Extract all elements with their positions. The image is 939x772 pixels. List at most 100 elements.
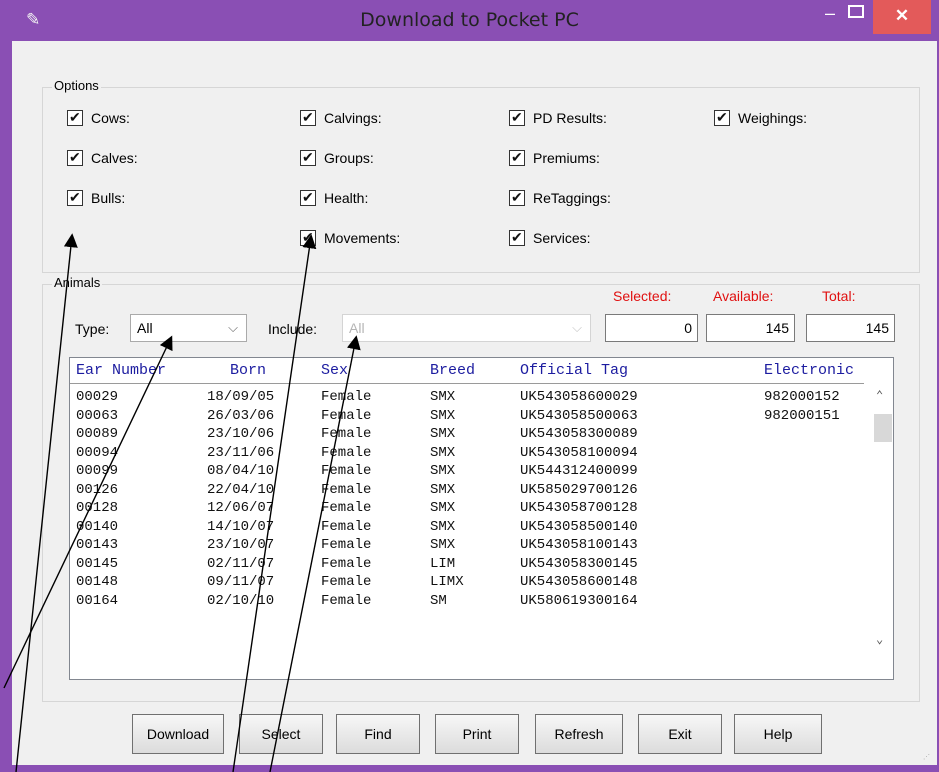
table-row[interactable]: 00094 23/11/06 Female SMX UK543058100094 [70, 444, 844, 463]
table-cell: UK543058600029 [520, 389, 638, 405]
type-label: Type: [75, 321, 110, 337]
checkbox-cows[interactable]: Cows: [67, 108, 130, 128]
include-dropdown[interactable]: All ⌵ [342, 314, 591, 342]
checkbox-label: Calves: [91, 150, 138, 166]
table-cell: 02/10/10 [207, 592, 275, 609]
table-cell: Female [321, 555, 372, 572]
table-cell: 12/06/07 [207, 500, 275, 516]
select-button[interactable]: Select [239, 714, 323, 754]
checkbox-label: Calvings: [324, 110, 382, 126]
animals-table[interactable]: Ear Number Born Sex Breed Official Tag Electr… [69, 357, 894, 680]
checkbox-retaggings[interactable]: ReTaggings: [509, 188, 611, 208]
checkmark-icon[interactable] [300, 189, 316, 206]
refresh-button[interactable]: Refresh [535, 714, 623, 754]
column-header[interactable]: Official Tag [520, 362, 628, 379]
checkbox-label: Groups: [324, 150, 374, 166]
maximize-button[interactable] [848, 5, 864, 18]
table-cell: SMX [430, 518, 456, 535]
checkbox-label: PD Results: [533, 110, 607, 126]
checkmark-icon[interactable] [509, 189, 525, 206]
table-cell: SMX [430, 444, 456, 461]
checkmark-icon[interactable] [67, 149, 83, 166]
checkbox-pdresults[interactable]: PD Results: [509, 108, 607, 128]
column-header[interactable]: Breed [430, 362, 475, 379]
table-header: Ear Number Born Sex Breed Official Tag Electr… [70, 358, 864, 384]
table-cell: 23/11/06 [207, 444, 275, 461]
checkbox-weighings[interactable]: Weighings: [714, 108, 807, 128]
vertical-scrollbar[interactable]: ⌃ ⌄ [873, 384, 893, 653]
checkmark-icon[interactable] [509, 109, 525, 126]
table-row[interactable]: 00128 12/06/07 Female SMX UK543058700128 [70, 499, 844, 518]
column-header[interactable]: Born [230, 362, 266, 379]
table-row[interactable]: 00143 23/10/07 Female SMX UK543058100143 [70, 536, 844, 555]
help-button[interactable]: Help [734, 714, 822, 754]
table-cell: SM [430, 592, 447, 609]
minimize-button[interactable]: – [816, 0, 844, 32]
chevron-up-icon[interactable]: ⌃ [876, 388, 883, 403]
selected-count: 0 [605, 314, 698, 342]
checkmark-icon[interactable] [300, 109, 316, 126]
total-label: Total: [822, 288, 856, 304]
table-cell: UK543058500140 [520, 518, 638, 535]
exit-button[interactable]: Exit [638, 714, 722, 754]
table-row[interactable]: 00029 18/09/05 Female SMX UK543058600029 9820… [70, 388, 844, 407]
checkmark-icon[interactable] [300, 149, 316, 166]
checkbox-services[interactable]: Services: [509, 228, 591, 248]
close-button[interactable]: ✕ [873, 0, 931, 34]
checkbox-calvings[interactable]: Calvings: [300, 108, 382, 128]
checkmark-icon[interactable] [300, 229, 316, 246]
table-row[interactable]: 00164 02/10/10 Female SM UK580619300164 [70, 592, 844, 611]
table-cell: Female [321, 481, 372, 498]
title-bar[interactable]: ✎ Download to Pocket PC – ✕ [0, 0, 939, 40]
checkbox-label: Services: [533, 230, 591, 246]
column-header[interactable]: Ear Number [76, 362, 166, 379]
column-header[interactable]: Electronic [764, 362, 854, 379]
checkbox-movements[interactable]: Movements: [300, 228, 400, 248]
table-cell: 00063 [76, 407, 119, 424]
checkmark-icon[interactable] [509, 229, 525, 246]
checkbox-health[interactable]: Health: [300, 188, 368, 208]
column-header[interactable]: Sex [321, 362, 348, 379]
options-group-label: Options [52, 78, 101, 93]
type-dropdown-value: All [137, 320, 153, 336]
table-cell: 982000151 [764, 407, 840, 424]
table-cell: LIMX [430, 574, 464, 590]
table-row[interactable]: 00140 14/10/07 Female SMX UK543058500140 [70, 518, 844, 537]
table-row[interactable]: 00126 22/04/10 Female SMX UK585029700126 [70, 481, 844, 500]
table-cell: Female [321, 574, 372, 590]
checkmark-icon[interactable] [67, 109, 83, 126]
table-row[interactable]: 00063 26/03/06 Female SMX UK543058500063 9820… [70, 407, 844, 426]
table-cell: 00094 [76, 444, 119, 461]
table-cell: 982000152 [764, 389, 840, 405]
checkmark-icon[interactable] [509, 149, 525, 166]
table-cell: 14/10/07 [207, 518, 275, 535]
table-row[interactable]: 00089 23/10/06 Female SMX UK543058300089 [70, 425, 844, 444]
table-row[interactable]: 00145 02/11/07 Female LIM UK543058300145 [70, 555, 844, 574]
download-button[interactable]: Download [132, 714, 224, 754]
find-button[interactable]: Find [336, 714, 420, 754]
chevron-down-icon[interactable]: ⌄ [876, 632, 883, 647]
table-cell: UK543058700128 [520, 500, 638, 516]
table-row[interactable]: 00099 08/04/10 Female SMX UK544312400099 [70, 462, 844, 481]
table-cell: UK543058600148 [520, 574, 638, 590]
table-cell: UK543058300089 [520, 426, 638, 442]
checkbox-calves[interactable]: Calves: [67, 148, 138, 168]
table-cell: UK544312400099 [520, 463, 638, 479]
table-row[interactable]: 00148 09/11/07 Female LIMX UK543058600148 [70, 573, 844, 592]
table-cell: UK543058300145 [520, 555, 638, 572]
print-button[interactable]: Print [435, 714, 519, 754]
checkmark-icon[interactable] [67, 189, 83, 206]
type-dropdown[interactable]: All ⌵ [130, 314, 247, 342]
table-cell: 00143 [76, 537, 119, 553]
checkbox-bulls[interactable]: Bulls: [67, 188, 125, 208]
checkbox-label: ReTaggings: [533, 190, 611, 206]
checkbox-label: Health: [324, 190, 369, 206]
checkbox-premiums[interactable]: Premiums: [509, 148, 600, 168]
checkbox-groups[interactable]: Groups: [300, 148, 374, 168]
table-cell: 00148 [76, 574, 119, 590]
table-cell: Female [321, 389, 372, 405]
resize-grip-icon[interactable]: ⋰ [923, 753, 931, 761]
scrollbar-thumb[interactable] [874, 414, 892, 442]
checkbox-label: Movements: [324, 230, 401, 246]
checkmark-icon[interactable] [714, 109, 730, 126]
